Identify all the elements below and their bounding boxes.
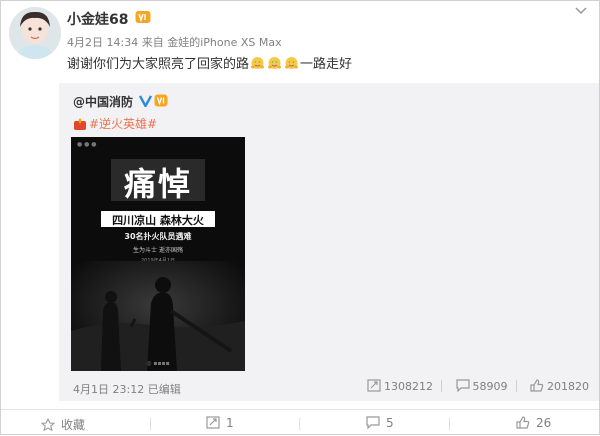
repost-button[interactable]: 1 bbox=[206, 416, 234, 430]
from-prefix: 来自 bbox=[141, 36, 164, 49]
edited-label: 已编辑 bbox=[147, 383, 181, 396]
poster-band-text: 四川凉山 森林大火 bbox=[112, 214, 204, 227]
reposted-weibo: @中国消防 #逆火英雄# ● ● ● 痛悼 四川凉山 森林大火 30名扑火队员遇… bbox=[59, 83, 599, 401]
poster-line2: 30名扑火队员遇难 bbox=[124, 232, 192, 241]
hug-emoji-icon bbox=[284, 56, 299, 71]
fire-topic-icon bbox=[73, 117, 87, 131]
original-date[interactable]: 4月1日 23:12 bbox=[73, 383, 144, 396]
divider bbox=[299, 418, 300, 430]
memorial-poster-image[interactable]: ● ● ● 痛悼 四川凉山 森林大火 30名扑火队员遇难 生为斗士 逝亦国殇 2… bbox=[71, 137, 245, 371]
favorite-button[interactable]: 收藏 bbox=[40, 416, 85, 433]
comment-icon bbox=[366, 416, 380, 430]
post-text-body: 谢谢你们为大家照亮了回家的路 bbox=[67, 57, 250, 72]
post-text-tail: 一路走好 bbox=[300, 57, 353, 72]
topic-link[interactable]: #逆火英雄# bbox=[73, 115, 157, 132]
vip-badge-icon bbox=[154, 92, 168, 107]
original-meta: 4月1日 23:12 已编辑 bbox=[73, 381, 181, 397]
avatar[interactable] bbox=[9, 7, 61, 59]
poster-headline: 痛悼 bbox=[123, 165, 192, 203]
original-like-count[interactable]: 201820 bbox=[530, 379, 589, 393]
topic-text[interactable]: #逆火英雄# bbox=[89, 117, 157, 131]
action-bar: 收藏 1 5 26 bbox=[1, 409, 599, 436]
post-meta: 4月2日 14:34 来自 金娃的iPhone XS Max bbox=[67, 34, 282, 50]
comment-icon bbox=[455, 379, 470, 393]
poster-watermark: ◎ ▪▪▪▪ bbox=[146, 360, 170, 367]
divider bbox=[150, 418, 151, 430]
star-icon bbox=[40, 417, 56, 432]
post-text: 谢谢你们为大家照亮了回家的路 一路走好 bbox=[67, 53, 352, 72]
poster-line3: 生为斗士 逝亦国殇 bbox=[133, 247, 183, 254]
divider bbox=[449, 418, 450, 430]
original-repost-count[interactable]: 1308212 bbox=[367, 379, 433, 393]
original-stats: 1308212 58909 201820 bbox=[357, 379, 589, 393]
username[interactable]: 小金娃68 bbox=[67, 9, 128, 29]
repost-icon bbox=[367, 379, 381, 392]
repost-icon bbox=[206, 416, 220, 429]
thumbs-up-icon bbox=[516, 416, 530, 429]
original-author[interactable]: @中国消防 bbox=[73, 93, 133, 110]
post-date[interactable]: 4月2日 14:34 bbox=[67, 36, 138, 49]
firefighter-silhouettes bbox=[71, 261, 245, 371]
comment-button[interactable]: 5 bbox=[366, 416, 394, 430]
original-comment-count[interactable]: 58909 bbox=[455, 379, 508, 393]
post-source[interactable]: 金娃的iPhone XS Max bbox=[167, 36, 281, 49]
chevron-down-icon[interactable] bbox=[575, 7, 589, 17]
poster-logos: ● ● ● bbox=[77, 141, 97, 148]
thumbs-up-icon bbox=[530, 379, 544, 392]
verified-v-icon bbox=[138, 92, 153, 109]
weibo-post-card: 小金娃68 4月2日 14:34 来自 金娃的iPhone XS Max 谢谢你… bbox=[0, 0, 600, 435]
hug-emoji-icon bbox=[267, 56, 282, 71]
vip-badge-icon bbox=[135, 9, 151, 23]
hug-emoji-icon bbox=[250, 56, 265, 71]
like-button[interactable]: 26 bbox=[516, 416, 551, 430]
